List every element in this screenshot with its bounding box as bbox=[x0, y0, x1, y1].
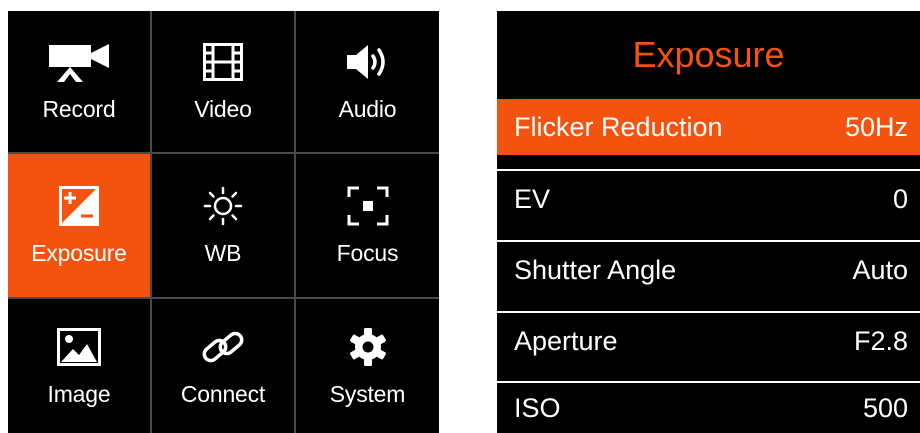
menu-tile-image[interactable]: Image bbox=[8, 299, 150, 433]
image-icon bbox=[57, 325, 101, 369]
main-menu-grid: Record Video Audio Exposure WB Focus Ima… bbox=[8, 11, 439, 433]
setting-label: EV bbox=[514, 183, 551, 214]
menu-tile-audio[interactable]: Audio bbox=[296, 11, 439, 152]
menu-tile-label: Image bbox=[47, 380, 111, 407]
setting-row-aperture[interactable]: Aperture F2.8 bbox=[497, 313, 920, 369]
menu-tile-label: Focus bbox=[336, 240, 399, 266]
menu-tile-wb[interactable]: WB bbox=[152, 154, 294, 297]
setting-value: 0 bbox=[892, 183, 908, 214]
focus-frame-icon bbox=[347, 184, 389, 228]
setting-value: Auto bbox=[852, 254, 908, 285]
link-icon bbox=[200, 325, 246, 369]
video-camera-icon bbox=[47, 40, 111, 84]
menu-tile-label: Video bbox=[194, 96, 252, 122]
sun-icon bbox=[203, 184, 243, 228]
grid-divider bbox=[8, 297, 439, 299]
menu-tile-label: Record bbox=[42, 96, 116, 122]
setting-label: Shutter Angle bbox=[514, 254, 677, 285]
grid-divider bbox=[8, 152, 439, 154]
menu-tile-label: Connect bbox=[180, 380, 266, 407]
menu-tile-label: WB bbox=[204, 240, 242, 266]
menu-tile-record[interactable]: Record bbox=[8, 11, 150, 152]
setting-row-ev[interactable]: EV 0 bbox=[497, 171, 920, 227]
menu-tile-connect[interactable]: Connect bbox=[152, 299, 294, 433]
menu-tile-video[interactable]: Video bbox=[152, 11, 294, 152]
menu-tile-label: System bbox=[329, 380, 406, 407]
speaker-icon bbox=[345, 40, 391, 84]
menu-tile-focus[interactable]: Focus bbox=[296, 154, 439, 297]
grid-divider bbox=[150, 11, 152, 433]
setting-label: Flicker Reduction bbox=[514, 111, 723, 142]
menu-tile-exposure[interactable]: Exposure bbox=[8, 154, 150, 297]
exposure-settings-panel: Exposure Flicker Reduction 50Hz EV 0 Shu… bbox=[497, 11, 920, 433]
setting-value: 500 bbox=[862, 392, 908, 423]
menu-tile-label: Audio bbox=[338, 96, 397, 122]
setting-value: 50Hz bbox=[844, 111, 908, 142]
setting-value: F2.8 bbox=[853, 325, 908, 356]
menu-tile-label: Exposure bbox=[31, 240, 127, 266]
setting-row-shutter-angle[interactable]: Shutter Angle Auto bbox=[497, 242, 920, 298]
exposure-plus-minus-icon bbox=[59, 184, 99, 228]
setting-label: ISO bbox=[514, 392, 561, 423]
setting-label: Aperture bbox=[514, 325, 618, 356]
gear-icon bbox=[348, 325, 388, 369]
film-icon bbox=[203, 40, 243, 84]
setting-row-flicker-reduction[interactable]: Flicker Reduction 50Hz bbox=[497, 99, 920, 155]
grid-divider bbox=[294, 11, 296, 433]
menu-tile-system[interactable]: System bbox=[296, 299, 439, 433]
panel-title: Exposure bbox=[632, 34, 785, 75]
setting-row-iso[interactable]: ISO 500 bbox=[497, 383, 920, 433]
